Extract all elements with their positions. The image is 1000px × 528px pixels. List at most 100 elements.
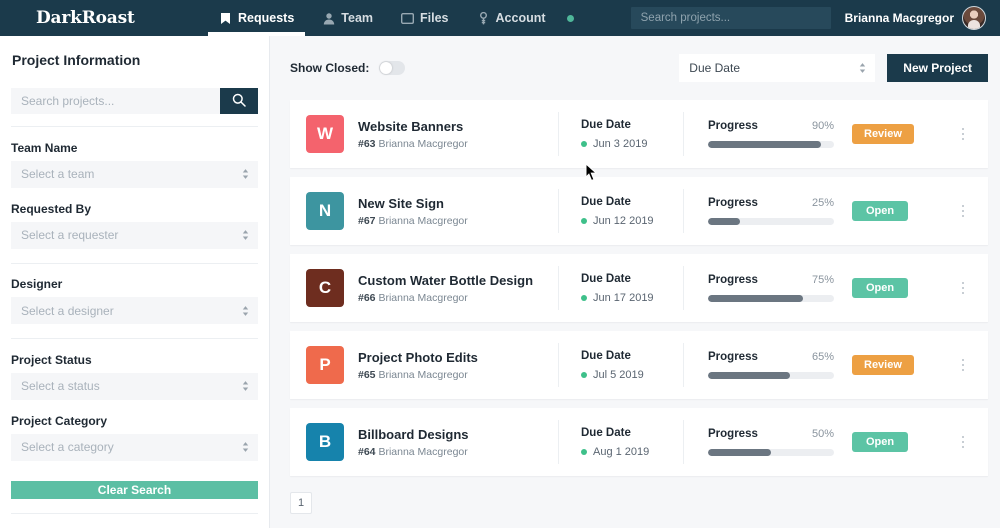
project-card[interactable]: B Billboard Designs #64 Brianna Macgregor D…: [290, 408, 988, 476]
progress-header: Progress: [708, 120, 758, 132]
project-info: Website Banners #63 Brianna Macgregor: [344, 119, 558, 150]
select-value-designer: Select a designer: [21, 303, 114, 318]
status-badge[interactable]: Open: [852, 201, 908, 221]
projects-toolbar: Show Closed: Due Date New Project: [290, 36, 988, 100]
due-date-column: Due Date Jun 3 2019: [559, 119, 683, 150]
sort-select-value: Due Date: [689, 61, 740, 75]
progress-header: Progress: [708, 351, 758, 363]
select-value-requested-by: Select a requester: [21, 228, 119, 243]
search-button[interactable]: [220, 88, 258, 114]
label-designer: Designer: [11, 277, 63, 292]
status-badge[interactable]: Open: [852, 432, 908, 452]
sidebar-divider-2: [11, 262, 258, 264]
main-content: Show Closed: Due Date New Project W Websi…: [270, 36, 1000, 528]
due-date-value-row: Aug 1 2019: [581, 446, 683, 458]
brand-logo[interactable]: DarkRoast: [0, 0, 205, 36]
progress-header: Progress: [708, 428, 758, 440]
show-closed-toggle[interactable]: [379, 61, 406, 75]
more-options-icon[interactable]: [952, 127, 974, 141]
due-date-value: Jun 12 2019: [593, 214, 654, 227]
label-team-name: Team Name: [11, 140, 78, 155]
nav-item-account[interactable]: Account: [463, 0, 560, 36]
select-project-status[interactable]: Select a status: [11, 372, 258, 400]
label-requested-by: Requested By: [11, 201, 92, 216]
progress-bar: [708, 218, 834, 225]
progress-header: Progress: [708, 274, 758, 286]
chevron-updown-icon: [242, 305, 249, 316]
new-project-button[interactable]: New Project: [887, 54, 988, 82]
project-requester: Brianna Macgregor: [378, 214, 468, 227]
status-column: Open: [852, 432, 952, 452]
sidebar-divider-1: [11, 126, 258, 127]
more-options-icon[interactable]: [952, 435, 974, 449]
due-date-column: Due Date Jul 5 2019: [559, 350, 683, 381]
select-project-category[interactable]: Select a category: [11, 433, 258, 461]
more-options-icon[interactable]: [952, 281, 974, 295]
project-requester: Brianna Macgregor: [378, 137, 468, 150]
chevron-updown-icon: [242, 381, 249, 392]
page-button-1[interactable]: 1: [290, 492, 312, 514]
progress-bar: [708, 141, 834, 148]
clear-search-button[interactable]: Clear Search: [11, 480, 258, 500]
status-badge[interactable]: Open: [852, 278, 908, 298]
select-requested-by[interactable]: Select a requester: [11, 221, 258, 249]
project-id: #65: [358, 368, 376, 381]
key-icon: [477, 11, 490, 25]
chevron-updown-icon: [242, 230, 249, 241]
due-date-value: Jun 17 2019: [593, 291, 654, 304]
status-column: Open: [852, 278, 952, 298]
project-avatar: P: [306, 346, 344, 384]
project-title: Billboard Designs: [358, 426, 469, 442]
sort-select[interactable]: Due Date: [679, 54, 876, 82]
status-dot-icon: [581, 140, 587, 147]
project-card[interactable]: N New Site Sign #67 Brianna Macgregor Due D…: [290, 177, 988, 245]
more-options-icon[interactable]: [952, 358, 974, 372]
project-card[interactable]: C Custom Water Bottle Design #66 Brianna M…: [290, 254, 988, 322]
project-meta: #64 Brianna Macgregor: [358, 446, 558, 458]
project-id: #66: [358, 291, 376, 304]
project-avatar: C: [306, 269, 344, 307]
project-info: New Site Sign #67 Brianna Macgregor: [344, 196, 558, 227]
progress-bar-fill: [708, 449, 771, 456]
search-input[interactable]: [11, 88, 220, 114]
due-date-column: Due Date Jun 17 2019: [559, 273, 683, 304]
progress-header: Progress: [708, 197, 758, 209]
pagination: 1: [290, 476, 988, 514]
status-badge[interactable]: Review: [852, 124, 914, 144]
more-options-icon[interactable]: [952, 204, 974, 218]
project-info: Project Photo Edits #65 Brianna Macgregor: [344, 350, 558, 381]
avatar: [962, 6, 986, 30]
app-root: DarkRoast Requests Team Files Account Se…: [0, 0, 1000, 528]
progress-bar-fill: [708, 218, 740, 225]
progress-bar: [708, 372, 834, 379]
field-team-name: Team Name Select a team: [11, 141, 258, 188]
show-closed-label: Show Closed:: [290, 61, 370, 75]
user-menu[interactable]: Brianna Macgregor: [845, 6, 986, 30]
progress-bar-fill: [708, 295, 803, 302]
project-info: Custom Water Bottle Design #66 Brianna Ma…: [344, 273, 558, 304]
select-team-name[interactable]: Select a team: [11, 160, 258, 188]
due-date-value: Aug 1 2019: [593, 445, 650, 458]
due-date-column: Due Date Jun 12 2019: [559, 196, 683, 227]
project-requester: Brianna Macgregor: [378, 445, 468, 458]
due-date-header: Due Date: [581, 195, 631, 208]
due-date-header: Due Date: [581, 349, 631, 362]
project-card[interactable]: P Project Photo Edits #65 Brianna Macgrego…: [290, 331, 988, 399]
project-id: #64: [358, 445, 376, 458]
header-search-input[interactable]: [630, 7, 831, 29]
project-title: Project Photo Edits: [358, 349, 478, 365]
select-designer[interactable]: Select a designer: [11, 297, 258, 325]
status-dot-icon: [581, 294, 587, 301]
due-date-value: Jun 3 2019: [593, 137, 648, 150]
nav-item-files[interactable]: Files: [387, 0, 463, 36]
progress-percent: 65%: [811, 351, 834, 363]
progress-column: Progress 65%: [684, 351, 852, 379]
status-badge[interactable]: Review: [852, 355, 914, 375]
nav-item-team[interactable]: Team: [308, 0, 387, 36]
due-date-value-row: Jul 5 2019: [581, 369, 683, 381]
nav-item-requests[interactable]: Requests: [205, 0, 308, 36]
select-value-project-status: Select a status: [21, 379, 100, 394]
progress-column: Progress 50%: [684, 428, 852, 456]
progress-header-row: Progress 50%: [708, 428, 834, 440]
project-card[interactable]: W Website Banners #63 Brianna Macgregor Due…: [290, 100, 988, 168]
